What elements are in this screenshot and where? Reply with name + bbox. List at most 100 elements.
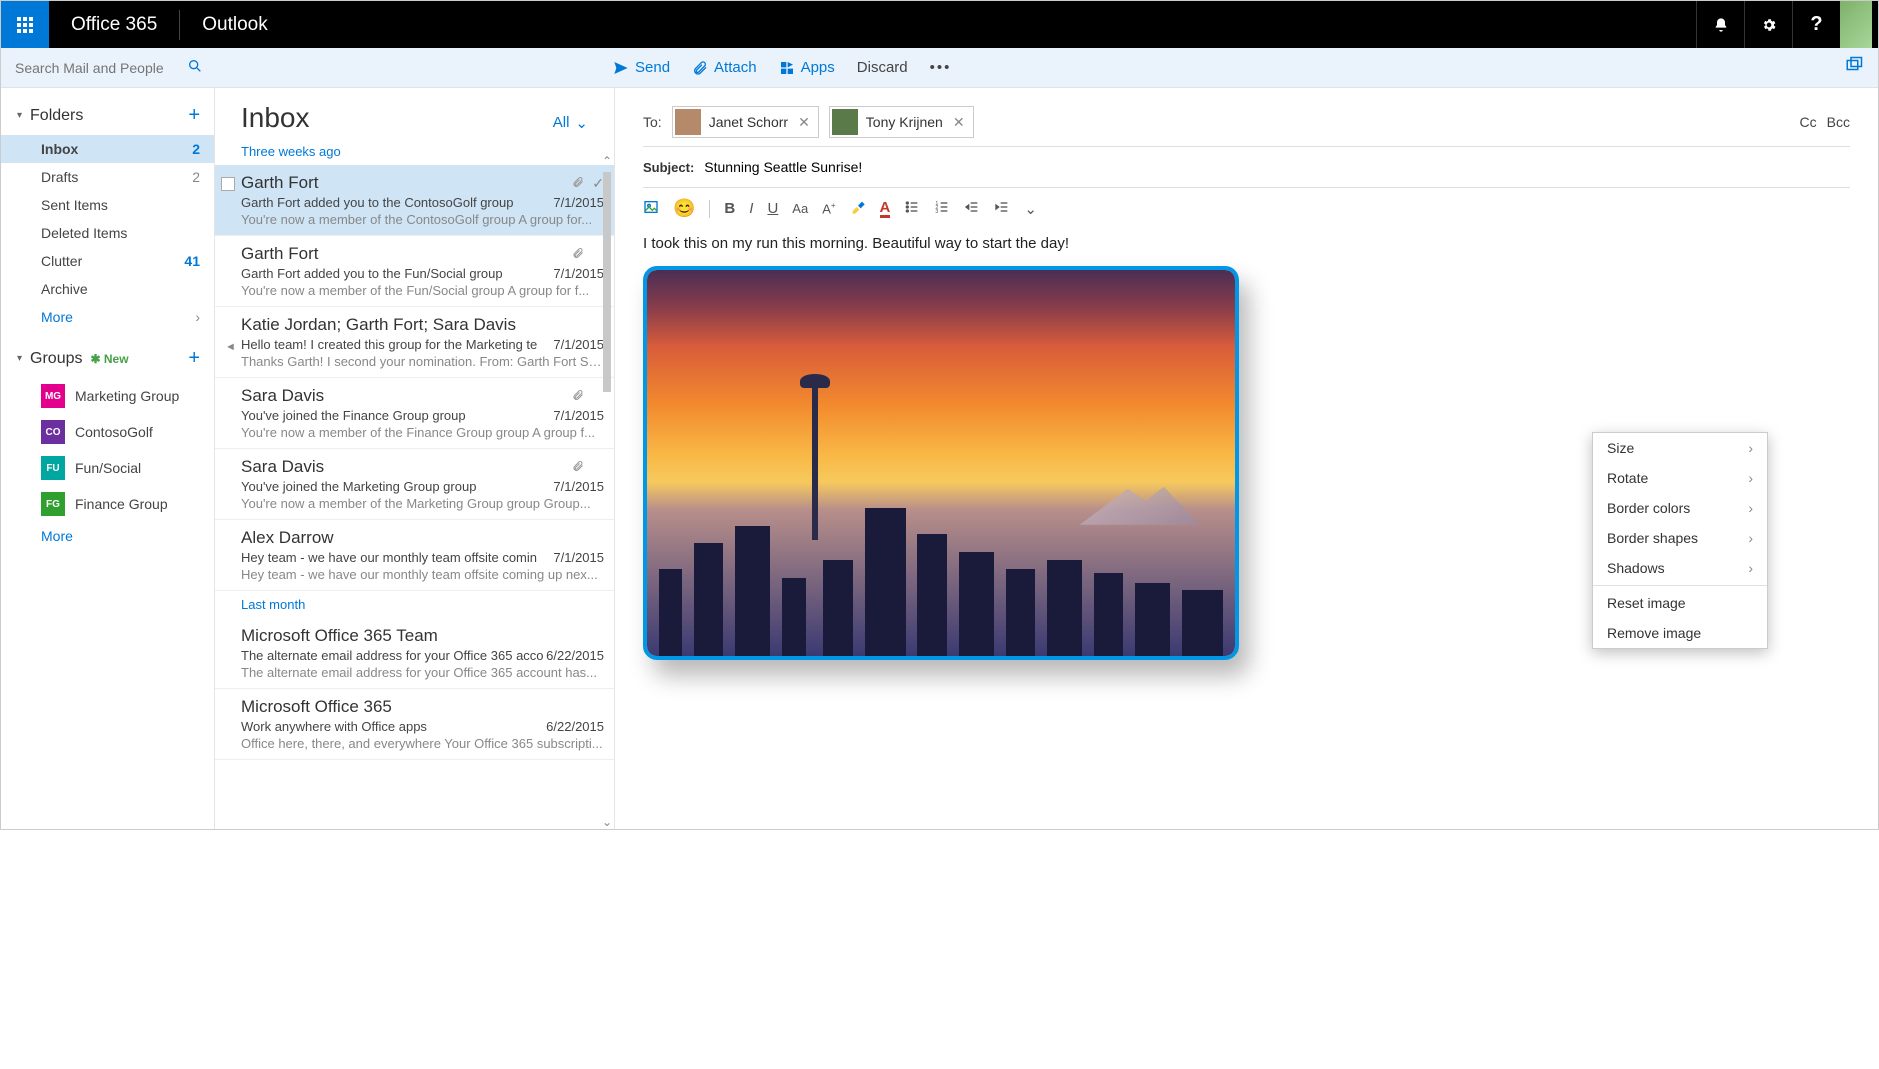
message-item[interactable]: Microsoft Office 365Work anywhere with O… — [215, 689, 614, 760]
folder-item[interactable]: Inbox2 — [1, 135, 214, 163]
context-menu-item[interactable]: Size› — [1593, 433, 1767, 463]
svg-text:3: 3 — [936, 209, 939, 215]
reply-icon: ◄ — [225, 341, 236, 353]
message-item[interactable]: Alex Darrow Hey team - we have our monthl… — [215, 520, 614, 591]
compose-body[interactable]: I took this on my run this morning. Beau… — [643, 229, 1850, 266]
folder-item[interactable]: Archive — [1, 275, 214, 303]
attach-button[interactable]: Attach — [692, 59, 757, 76]
app-launcher-icon[interactable] — [1, 1, 49, 48]
message-date: 7/1/2015 — [553, 337, 604, 352]
add-group-icon[interactable]: + — [188, 347, 200, 370]
context-menu-item[interactable]: Border colors› — [1593, 493, 1767, 523]
bold-icon[interactable]: B — [724, 200, 735, 217]
group-name: Finance Group — [75, 496, 168, 512]
indent-icon[interactable] — [994, 199, 1010, 219]
number-list-icon[interactable]: 123 — [934, 199, 950, 219]
settings-icon[interactable] — [1744, 1, 1792, 48]
message-item[interactable]: ✓Garth FortGarth Fort added you to the C… — [215, 165, 614, 236]
insert-image-icon[interactable] — [643, 199, 659, 219]
apps-button[interactable]: Apps — [779, 59, 835, 76]
underline-icon[interactable]: U — [767, 200, 778, 217]
group-item[interactable]: MGMarketing Group — [1, 378, 214, 414]
context-menu-item[interactable]: Rotate› — [1593, 463, 1767, 493]
message-subject: Hey team - we have our monthly team offs… — [241, 550, 537, 565]
folder-item[interactable]: Drafts2 — [1, 163, 214, 191]
folder-count: 2 — [192, 141, 200, 157]
add-folder-icon[interactable]: + — [188, 104, 200, 127]
group-name: ContosoGolf — [75, 424, 153, 440]
context-menu-item[interactable]: Reset image — [1593, 588, 1767, 618]
subject-input[interactable] — [704, 159, 1850, 175]
folders-header[interactable]: ▾ Folders + — [1, 96, 214, 135]
folders-more[interactable]: More › — [1, 303, 214, 331]
brand-label: Office 365 — [49, 14, 179, 36]
folder-item[interactable]: Clutter41 — [1, 247, 214, 275]
group-name: Fun/Social — [75, 460, 141, 476]
outdent-icon[interactable] — [964, 199, 980, 219]
scroll-thumb[interactable] — [603, 172, 611, 392]
highlight-icon[interactable] — [850, 199, 866, 219]
folder-item[interactable]: Deleted Items — [1, 219, 214, 247]
scroll-down-icon[interactable]: ⌄ — [602, 815, 612, 829]
recipient-name: Tony Krijnen — [866, 114, 943, 130]
message-sender: Sara Davis — [241, 386, 604, 406]
emoji-icon[interactable]: 😊 — [673, 198, 695, 219]
remove-recipient-icon[interactable]: ✕ — [951, 114, 967, 131]
cc-button[interactable]: Cc — [1800, 114, 1817, 130]
message-sender: Garth Fort — [241, 173, 604, 193]
search-icon[interactable] — [187, 58, 203, 77]
bullet-list-icon[interactable] — [904, 199, 920, 219]
chevron-right-icon: › — [1748, 530, 1753, 546]
recipient-chip[interactable]: Tony Krijnen ✕ — [829, 106, 974, 138]
message-item[interactable]: Sara Davis You've joined the Finance Grou… — [215, 378, 614, 449]
folder-item[interactable]: Sent Items — [1, 191, 214, 219]
send-button[interactable]: Send — [613, 59, 670, 76]
context-menu-item[interactable]: Remove image — [1593, 618, 1767, 648]
folder-name: Clutter — [41, 253, 82, 269]
context-menu-item[interactable]: Shadows› — [1593, 553, 1767, 583]
message-item[interactable]: Garth FortGarth Fort added you to the Fu… — [215, 236, 614, 307]
message-sender: Alex Darrow — [241, 528, 604, 548]
more-format-icon[interactable]: ⌄ — [1024, 200, 1037, 218]
message-item[interactable]: ◄Katie Jordan; Garth Fort; Sara DavisHel… — [215, 307, 614, 378]
scroll-up-icon[interactable]: ⌃ — [602, 154, 612, 168]
group-avatar: CO — [41, 420, 65, 444]
inserted-image[interactable] — [643, 266, 1239, 660]
search-input[interactable] — [15, 60, 175, 76]
font-size-icon[interactable]: Aa — [792, 201, 808, 216]
popout-icon[interactable] — [1844, 56, 1864, 79]
group-item[interactable]: FGFinance Group — [1, 486, 214, 522]
attachment-icon — [572, 459, 584, 476]
group-item[interactable]: FUFun/Social — [1, 450, 214, 486]
user-avatar[interactable] — [1840, 1, 1872, 48]
message-preview: The alternate email address for your Off… — [241, 665, 604, 680]
bcc-button[interactable]: Bcc — [1827, 114, 1850, 130]
filter-dropdown[interactable]: All ⌄ — [553, 114, 588, 132]
message-item[interactable]: Microsoft Office 365 TeamThe alternate e… — [215, 618, 614, 689]
message-preview: You're now a member of the Marketing Gro… — [241, 496, 604, 511]
group-item[interactable]: CO ContosoGolf — [1, 414, 214, 450]
font-color-icon[interactable]: A — [880, 200, 891, 218]
groups-header[interactable]: ▾ Groups ✱ New + — [1, 339, 214, 378]
notifications-icon[interactable] — [1696, 1, 1744, 48]
attachment-icon — [572, 175, 584, 192]
message-date: 7/1/2015 — [553, 479, 604, 494]
help-icon[interactable]: ? — [1792, 1, 1840, 48]
italic-icon[interactable]: I — [749, 200, 753, 217]
font-superscript-icon[interactable]: A+ — [822, 201, 835, 216]
groups-more[interactable]: More — [1, 522, 214, 550]
groups-label: Groups — [30, 350, 82, 368]
discard-button[interactable]: Discard — [857, 59, 908, 76]
message-item[interactable]: Sara DavisYou've joined the Marketing Gr… — [215, 449, 614, 520]
message-preview: You're now a member of the Finance Group… — [241, 425, 604, 440]
context-menu-item[interactable]: Border shapes› — [1593, 523, 1767, 553]
remove-recipient-icon[interactable]: ✕ — [796, 114, 812, 131]
message-subject: You've joined the Finance Group group — [241, 408, 466, 423]
scrollbar[interactable]: ⌃ ⌄ — [600, 154, 614, 829]
message-preview: Hey team - we have our monthly team offs… — [241, 567, 604, 582]
message-checkbox[interactable] — [221, 177, 235, 191]
more-actions-icon[interactable]: ••• — [930, 59, 952, 76]
message-date: 6/22/2015 — [546, 719, 604, 734]
image-context-menu: Size›Rotate›Border colors›Border shapes›… — [1592, 432, 1768, 649]
recipient-chip[interactable]: Janet Schorr ✕ — [672, 106, 819, 138]
